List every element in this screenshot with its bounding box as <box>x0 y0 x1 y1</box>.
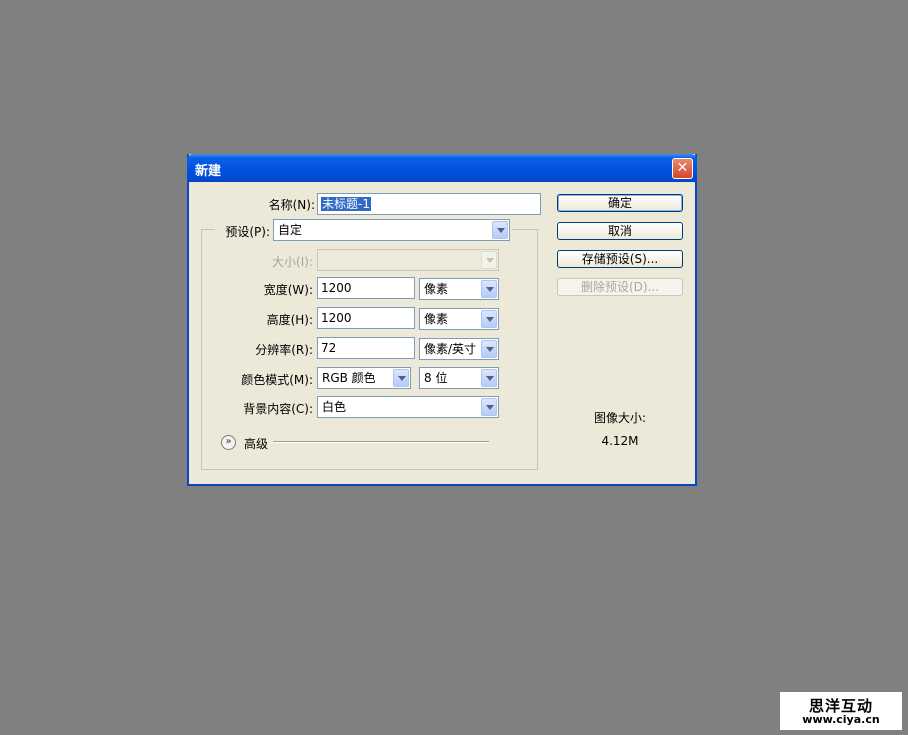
chevron-down-icon <box>481 398 497 416</box>
chevron-down-icon <box>481 369 497 387</box>
resolution-unit-value: 像素/英寸 <box>424 342 477 356</box>
size-label: 大小(I): <box>272 255 313 269</box>
preset-label: 预设(P): <box>225 225 270 239</box>
chevron-down-icon <box>481 310 497 328</box>
background-select[interactable]: 白色 <box>317 396 499 418</box>
image-size-label: 图像大小: <box>593 411 647 425</box>
title-bar[interactable]: 新建 ✕ <box>187 154 697 182</box>
close-icon[interactable]: ✕ <box>672 158 693 179</box>
ok-button[interactable]: 确定 <box>557 194 683 212</box>
watermark-url: www.ciya.cn <box>802 713 880 726</box>
chevron-down-icon <box>481 340 497 358</box>
advanced-divider <box>273 441 489 443</box>
chevron-down-icon <box>481 251 497 269</box>
preset-select[interactable]: 自定 <box>273 219 510 241</box>
resolution-input[interactable]: 72 <box>317 337 415 359</box>
background-value: 白色 <box>322 400 347 414</box>
height-unit-value: 像素 <box>424 312 449 326</box>
cancel-button[interactable]: 取消 <box>557 222 683 240</box>
name-input[interactable]: 未标题-1 <box>317 193 541 215</box>
width-unit-value: 像素 <box>424 282 449 296</box>
height-input[interactable]: 1200 <box>317 307 415 329</box>
preset-value: 自定 <box>278 223 303 237</box>
height-label: 高度(H): <box>266 313 313 327</box>
delete-preset-button: 删除预设(D)... <box>557 278 683 296</box>
color-mode-value: RGB 颜色 <box>322 371 376 385</box>
resolution-unit-select[interactable]: 像素/英寸 <box>419 338 499 360</box>
chevron-down-icon <box>481 280 497 298</box>
name-value: 未标题-1 <box>321 197 371 211</box>
dialog-title: 新建 <box>195 164 222 179</box>
resolution-label: 分辨率(R): <box>255 343 313 357</box>
advanced-label: 高级 <box>244 437 269 451</box>
expand-chevrons-icon[interactable]: » <box>221 435 236 450</box>
save-preset-button[interactable]: 存储预设(S)... <box>557 250 683 268</box>
width-unit-select[interactable]: 像素 <box>419 278 499 300</box>
name-label: 名称(N): <box>268 198 315 212</box>
chevron-down-icon <box>492 221 508 239</box>
color-mode-select[interactable]: RGB 颜色 <box>317 367 411 389</box>
width-input[interactable]: 1200 <box>317 277 415 299</box>
height-unit-select[interactable]: 像素 <box>419 308 499 330</box>
color-mode-label: 颜色模式(M): <box>241 373 313 387</box>
background-label: 背景内容(C): <box>243 402 313 416</box>
bit-depth-value: 8 位 <box>424 371 448 385</box>
image-size-value: 4.12M <box>601 434 639 448</box>
bit-depth-select[interactable]: 8 位 <box>419 367 499 389</box>
watermark-logo: 思洋互动 www.ciya.cn <box>780 692 902 730</box>
chevron-down-icon <box>393 369 409 387</box>
width-label: 宽度(W): <box>263 283 313 297</box>
size-select <box>317 249 499 271</box>
